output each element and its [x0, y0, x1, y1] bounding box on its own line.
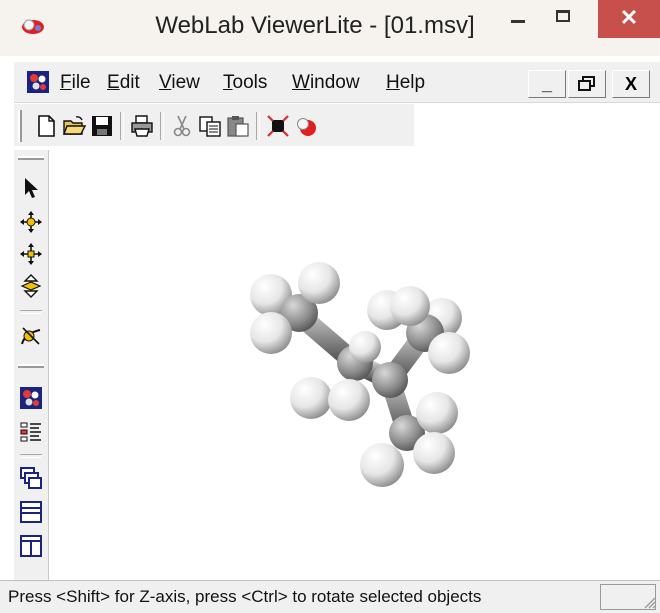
cut-icon[interactable] — [170, 114, 194, 138]
toolbar-grip[interactable] — [18, 110, 22, 142]
toolbar-separator — [20, 454, 42, 458]
print-icon[interactable] — [130, 114, 154, 138]
toolbar-grip[interactable] — [18, 364, 44, 368]
mdi-minimize-icon: _ — [541, 74, 552, 94]
status-message: Press <Shift> for Z-axis, press <Ctrl> t… — [8, 587, 482, 606]
rotate-icon[interactable] — [19, 210, 43, 234]
tile-horizontal-icon[interactable] — [19, 500, 43, 524]
hydrogen-atom — [390, 286, 430, 326]
menu-view[interactable]: View — [159, 72, 200, 94]
hydrogen-atom — [298, 262, 340, 304]
menu-bar: File Edit View Tools Window Help _ X — [14, 62, 660, 103]
menu-file[interactable]: File — [60, 72, 91, 94]
mdi-close-button[interactable]: X — [612, 70, 650, 98]
hydrogen-atom — [328, 379, 370, 421]
status-bar: Press <Shift> for Z-axis, press <Ctrl> t… — [0, 580, 660, 613]
model-props-icon[interactable] — [19, 386, 43, 410]
menu-help[interactable]: Help — [386, 72, 425, 94]
hydrogen-atom — [360, 443, 404, 487]
hydrogen-atom — [413, 432, 455, 474]
restore-icon — [578, 76, 595, 91]
toolbar-grip[interactable] — [18, 156, 44, 160]
window-maximize-button[interactable] — [542, 0, 588, 38]
toolbar-empty-area — [414, 104, 660, 146]
mdi-minimize-button[interactable]: _ — [528, 70, 566, 98]
translate-icon[interactable] — [19, 242, 43, 266]
menu-tools[interactable]: Tools — [223, 72, 267, 94]
window-minimize-button[interactable] — [496, 0, 542, 38]
hydrogen-atom — [416, 392, 458, 434]
hydrogen-atom — [290, 377, 332, 419]
menu-edit[interactable]: Edit — [107, 72, 140, 94]
window-close-button[interactable]: ✕ — [598, 0, 660, 38]
minimize-icon — [511, 20, 525, 23]
copy-icon[interactable] — [198, 114, 222, 138]
carbon-atom — [372, 362, 408, 398]
toolbar-separator — [160, 112, 164, 140]
main-toolbar — [14, 104, 414, 146]
z-rotate-icon[interactable] — [19, 324, 43, 348]
zoom-icon[interactable] — [19, 274, 43, 298]
mdi-restore-button[interactable] — [568, 70, 606, 98]
open-folder-icon[interactable] — [62, 114, 86, 138]
mdi-close-icon: X — [624, 74, 637, 94]
maximize-icon — [556, 10, 570, 22]
resize-grip-icon[interactable] — [642, 595, 656, 609]
close-icon: ✕ — [619, 5, 639, 30]
tile-vertical-icon[interactable] — [19, 534, 43, 558]
hydrogen-atom — [250, 312, 292, 354]
fit-view-icon[interactable] — [266, 114, 290, 138]
new-file-icon[interactable] — [34, 114, 58, 138]
paste-icon[interactable] — [226, 114, 250, 138]
hydrogen-atom — [349, 331, 381, 363]
windows-cascade-icon[interactable] — [19, 466, 43, 490]
menu-window[interactable]: Window — [292, 72, 360, 94]
molecule-model[interactable] — [49, 150, 660, 580]
molecule-view-canvas[interactable] — [49, 150, 660, 580]
title-bar: WebLab ViewerLite - [01.msv] ✕ — [0, 0, 660, 56]
hierarchy-icon[interactable] — [19, 420, 43, 444]
toolbar-separator — [256, 112, 260, 140]
select-arrow-icon[interactable] — [19, 176, 43, 200]
left-toolbar — [14, 150, 49, 580]
hydrogen-atom — [428, 332, 470, 374]
toolbar-separator — [20, 310, 42, 314]
save-icon[interactable] — [90, 114, 114, 138]
toolbar-separator — [120, 112, 124, 140]
molecule-icon[interactable] — [294, 114, 318, 138]
document-icon[interactable] — [26, 70, 50, 94]
